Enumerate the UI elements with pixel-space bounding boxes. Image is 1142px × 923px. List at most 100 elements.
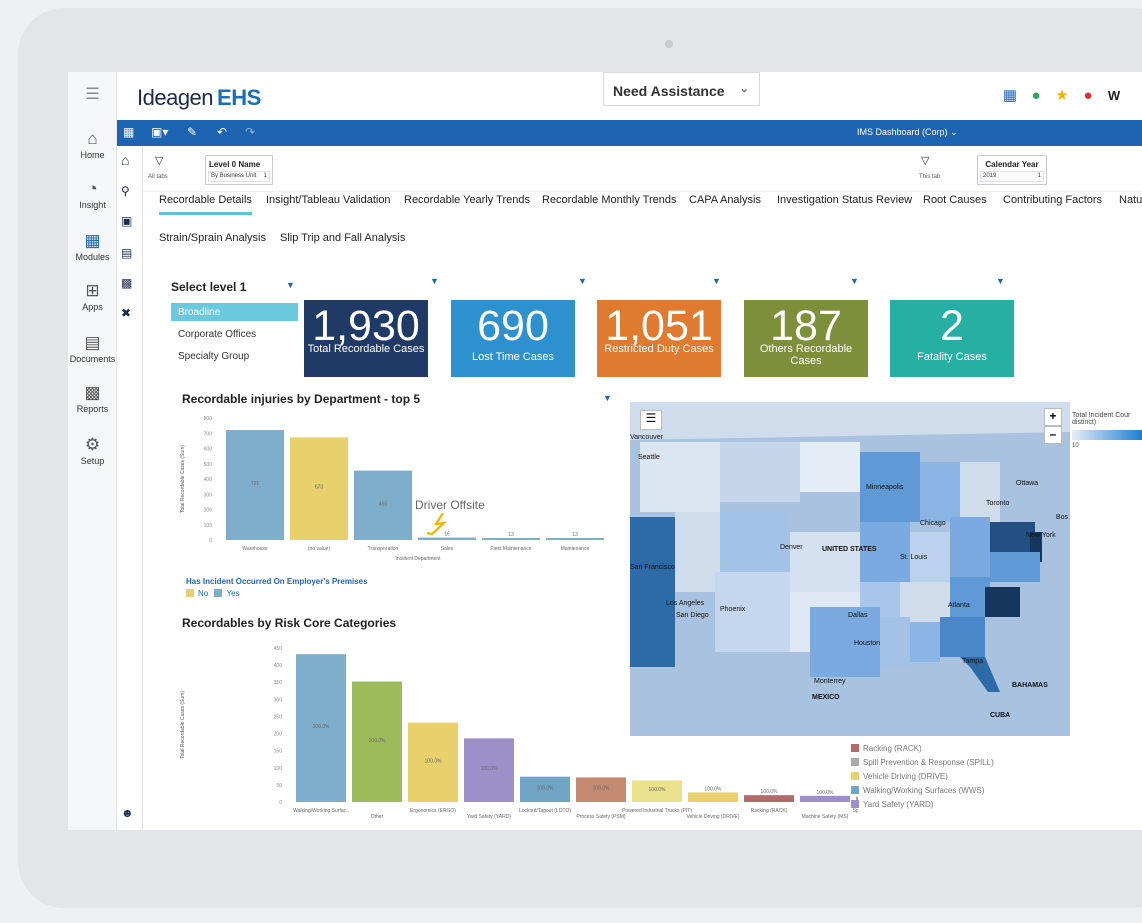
top-bar: Ideagen EHS Need Assistance ⌄ ▦ ● ★ ● W bbox=[117, 72, 1142, 120]
map-label: Chicago bbox=[920, 520, 946, 527]
calendar-icon[interactable]: ▩ bbox=[121, 276, 132, 290]
legend-item[interactable]: Racking (RACK) bbox=[851, 744, 922, 753]
incident-map[interactable]: ☰ Vancouver Seattle Minneapolis Ottawa T… bbox=[630, 402, 1070, 736]
app-logo[interactable]: Ideagen EHS bbox=[137, 85, 261, 111]
tab-contributing-factors[interactable]: Contributing Factors bbox=[1003, 194, 1102, 206]
bar-value-label: 100.0% bbox=[313, 724, 331, 730]
map-legend: Total Incident Cour distinct) 10 bbox=[1072, 412, 1142, 449]
zoom-in-button[interactable]: + bbox=[1044, 408, 1062, 426]
premises-legend: No Yes bbox=[186, 589, 240, 598]
nav-item-documents[interactable]: ▤ Documents bbox=[68, 333, 117, 365]
map-label: CUBA bbox=[990, 712, 1011, 719]
tab-natur[interactable]: Natur bbox=[1119, 194, 1142, 206]
tab-strain-sprain[interactable]: Strain/Sprain Analysis bbox=[159, 232, 266, 244]
y-tick-label: 700 bbox=[204, 431, 213, 437]
redo-icon[interactable]: ↷ bbox=[245, 125, 255, 139]
x-tick-label: Other bbox=[371, 814, 384, 820]
bar-value-label: 100.0% bbox=[817, 790, 835, 796]
edit-icon[interactable]: ✎ bbox=[187, 125, 197, 139]
filter-icon[interactable]: ▼ bbox=[430, 276, 439, 286]
undo-icon[interactable]: ↶ bbox=[217, 125, 227, 139]
id-card-icon[interactable]: ▣ bbox=[121, 214, 132, 228]
bar-value-label: 100.0% bbox=[761, 789, 779, 795]
close-circle-icon[interactable]: ✖ bbox=[121, 306, 131, 320]
help-icon[interactable]: ● bbox=[1023, 87, 1049, 104]
save-icon[interactable]: ▣▾ bbox=[151, 125, 168, 139]
legend-item[interactable]: Vehicle Driving (DRIVE) bbox=[851, 772, 948, 781]
filter-icon[interactable]: ▽ bbox=[155, 154, 163, 167]
tab-root-causes[interactable]: Root Causes bbox=[923, 194, 987, 206]
id-card-icon[interactable]: ▤ bbox=[121, 246, 132, 260]
y-tick-label: 500 bbox=[204, 462, 213, 468]
tab-yearly-trends[interactable]: Recordable Yearly Trends bbox=[404, 194, 530, 206]
filter-icon[interactable]: ▼ bbox=[578, 276, 587, 286]
user-initial[interactable]: W bbox=[1101, 88, 1127, 103]
tab-monthly-trends[interactable]: Recordable Monthly Trends bbox=[542, 194, 677, 206]
calendar-year-filter[interactable]: Calendar Year 2019 1 bbox=[977, 155, 1047, 185]
filter-icon[interactable]: ▼ bbox=[712, 276, 721, 286]
level0-filter[interactable]: Level 0 Name By Business Unit 1 bbox=[205, 155, 273, 185]
y-tick-label: 800 bbox=[204, 416, 213, 422]
app-screen: ☰ ⌂ Home ◔ Insight ▦ Modules ⊞ Apps ▤ Documen… bbox=[68, 72, 1142, 830]
need-assistance-dropdown[interactable]: Need Assistance ⌄ bbox=[603, 72, 760, 106]
legend-item[interactable]: Spill Prevention & Response (SPILL) bbox=[851, 758, 994, 767]
nav-item-setup[interactable]: ⚙ Setup bbox=[68, 436, 117, 467]
map-label: Dallas bbox=[848, 612, 868, 619]
tab-capa-analysis[interactable]: CAPA Analysis bbox=[689, 194, 761, 206]
y-tick-label: 350 bbox=[274, 680, 283, 686]
nav-item-reports[interactable]: ▩ Reports bbox=[68, 383, 117, 415]
level-item-corporate[interactable]: Corporate Offices bbox=[171, 325, 298, 343]
notification-icon[interactable]: ★ bbox=[1049, 86, 1075, 104]
nav-item-apps[interactable]: ⊞ Apps bbox=[68, 282, 117, 313]
filter-icon[interactable]: ▼ bbox=[286, 280, 295, 290]
x-tick-label: Machine Safety (MS) bbox=[802, 814, 849, 820]
nav-item-insight[interactable]: ◔ Insight bbox=[68, 180, 117, 211]
zoom-out-button[interactable]: – bbox=[1044, 426, 1062, 444]
search-icon[interactable]: ⚲ bbox=[121, 184, 130, 198]
layers-icon[interactable]: ☰ bbox=[640, 410, 662, 430]
tab-slip-trip-fall[interactable]: Slip Trip and Fall Analysis bbox=[280, 232, 405, 244]
legend-item[interactable]: Walking/Working Surfaces (WWS) bbox=[851, 786, 984, 795]
kpi-restricted-duty[interactable]: 1,051 Restricted Duty Cases bbox=[597, 300, 721, 377]
nav-item-home[interactable]: ⌂ Home bbox=[68, 130, 117, 161]
filter-icon[interactable]: ▼ bbox=[850, 276, 859, 286]
filter-icon[interactable]: ▽ bbox=[921, 154, 929, 167]
x-axis-label: Incident Department bbox=[395, 556, 441, 562]
legend-item[interactable]: Yard Safety (YARD) bbox=[851, 800, 933, 809]
tab-investigation-status[interactable]: Investigation Status Review bbox=[777, 194, 912, 206]
bar-value-label: 455 bbox=[379, 501, 388, 507]
chart-icon: ▩ bbox=[84, 383, 101, 402]
document-icon: ▤ bbox=[84, 333, 101, 352]
x-tick-label: Process Safety (PSM) bbox=[576, 814, 626, 820]
level-item-broadline[interactable]: Broadline bbox=[171, 303, 298, 321]
dashboard-select[interactable]: IMS Dashboard (Corp) ⌄ bbox=[857, 127, 958, 138]
kpi-total-recordable[interactable]: 1,930 Total Recordable Cases bbox=[304, 300, 428, 377]
y-tick-label: 0 bbox=[209, 538, 212, 544]
hamburger-menu-icon[interactable]: ☰ bbox=[68, 86, 117, 106]
annotation-label: Driver Offsite bbox=[415, 498, 485, 512]
map-label: Vancouver bbox=[630, 434, 663, 441]
grid-icon: ▦ bbox=[84, 231, 101, 250]
location-pin-icon[interactable]: ● bbox=[1075, 87, 1101, 104]
legend-item-no[interactable]: No bbox=[186, 589, 208, 598]
home-icon[interactable]: ⌂ bbox=[121, 152, 129, 168]
filter-icon[interactable]: ▼ bbox=[603, 393, 612, 403]
calendar-icon[interactable]: ▦ bbox=[997, 86, 1023, 104]
nav-item-modules[interactable]: ▦ Modules bbox=[68, 231, 117, 263]
kpi-lost-time[interactable]: 690 Lost Time Cases bbox=[451, 300, 575, 377]
legend-item-yes[interactable]: Yes bbox=[214, 589, 240, 598]
user-icon[interactable]: ☻ bbox=[121, 806, 134, 820]
select-level-title: Select level 1 bbox=[171, 280, 247, 294]
filter-icon[interactable]: ▼ bbox=[996, 276, 1005, 286]
bar-value-label: 100.0% bbox=[649, 787, 667, 793]
kpi-others-recordable[interactable]: 187 Others Recordable Cases bbox=[744, 300, 868, 377]
x-tick-label: Sales bbox=[441, 546, 454, 552]
kpi-fatality[interactable]: 2 Fatality Cases bbox=[890, 300, 1014, 377]
bar-value-label: 13 bbox=[572, 532, 578, 538]
map-label: Seattle bbox=[638, 454, 660, 461]
level-item-specialty[interactable]: Specialty Group bbox=[171, 347, 298, 365]
tab-insight-tableau[interactable]: Insight/Tableau Validation bbox=[266, 194, 391, 206]
tab-recordable-details[interactable]: Recordable Details bbox=[159, 194, 252, 215]
top-icons: ▦ ● ★ ● W bbox=[997, 86, 1127, 104]
x-tick-label: Walking/Working Surfac.. bbox=[293, 808, 349, 814]
